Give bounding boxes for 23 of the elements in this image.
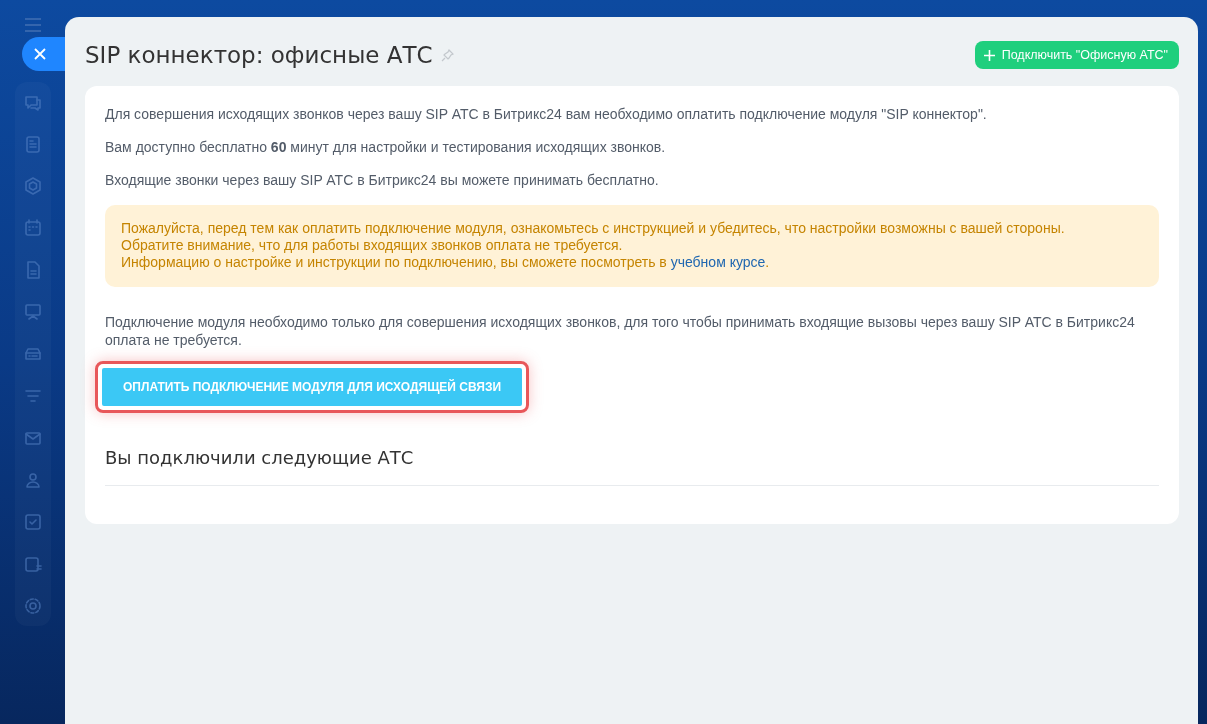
page-title: SIP коннектор: офисные АТС — [85, 42, 433, 68]
notice-text: Пожалуйста, перед тем как оплатить подключение модуля, ознакомьтесь с инструкцией и убедитесь, что настройки возможны с вашей стороны. — [121, 220, 1066, 237]
info-text: Подключение модуля необходимо только для совершения исходящих звонков, для того чтобы принимать входящие вызовы через вашу SIP АТС в Битрикс24 оплата не требуется. — [105, 313, 1136, 349]
calendar-icon[interactable] — [22, 218, 43, 238]
settings-icon[interactable] — [22, 596, 43, 616]
close-button[interactable] — [22, 37, 65, 71]
connect-button[interactable]: Подключить "Офисную АТС" — [974, 41, 1179, 69]
close-icon — [34, 48, 46, 60]
course-link[interactable]: учебном курсе — [670, 254, 766, 270]
plus-icon — [983, 49, 995, 61]
paragraph-text: Вам доступно бесплатно 60 минут для настройки и тестирования исходящих звонков. — [105, 139, 667, 156]
section-title: Вы подключили следующие АТС — [105, 447, 1159, 486]
menu-icon[interactable] — [23, 18, 42, 32]
checkbox-icon[interactable] — [22, 512, 43, 532]
paragraph-text: Входящие звонки через вашу SIP АТС в Битрикс24 вы можете принимать бесплатно. — [105, 172, 660, 189]
pin-icon[interactable] — [440, 48, 454, 62]
notice-text: Информацию о настройке и инструкции по подключению, вы сможете посмотреть в учебном курсе. — [121, 254, 771, 271]
hexagon-icon[interactable] — [22, 176, 43, 196]
presentation-icon[interactable] — [22, 302, 43, 322]
notice-text: Обратите внимание, что для работы входящих звонков оплата не требуется. — [121, 237, 624, 254]
paragraph-text: Для совершения исходящих звонков через вашу SIP АТС в Битрикс24 вам необходимо оплатить подключение модуля "SIP коннектор". — [105, 106, 988, 123]
pay-button[interactable]: ОПЛАТИТЬ ПОДКЛЮЧЕНИЕ МОДУЛЯ ДЛЯ ИСХОДЯЩЕЙ СВЯЗИ — [102, 368, 523, 406]
schedule-icon[interactable] — [22, 554, 43, 574]
